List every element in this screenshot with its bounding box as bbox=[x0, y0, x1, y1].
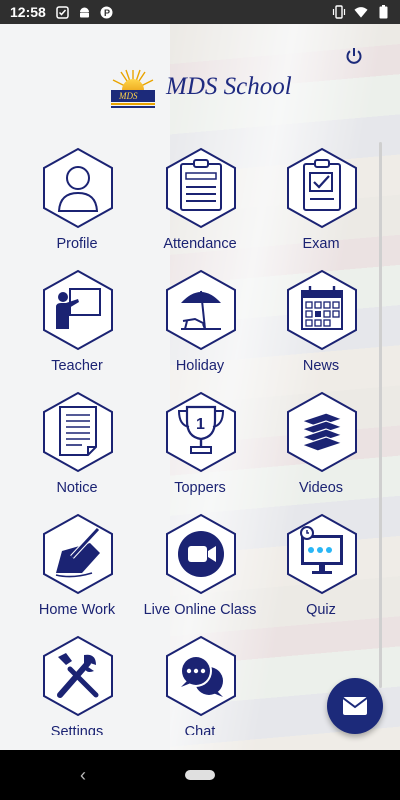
chat-icon bbox=[166, 635, 236, 717]
menu-item-quiz[interactable]: Quiz bbox=[260, 511, 382, 629]
svg-text:P: P bbox=[104, 8, 110, 18]
mail-icon bbox=[342, 697, 368, 715]
menu-item-teacher[interactable]: Teacher bbox=[16, 267, 138, 385]
menu-label: Notice bbox=[56, 480, 98, 496]
menu-item-notice[interactable]: Notice bbox=[16, 389, 138, 507]
back-button[interactable]: ‹ bbox=[80, 765, 86, 786]
menu-label: Settings bbox=[50, 724, 104, 735]
settings-icon bbox=[43, 635, 113, 717]
attendance-icon bbox=[166, 147, 236, 229]
power-icon bbox=[346, 48, 362, 64]
exam-icon bbox=[287, 147, 357, 229]
homework-icon bbox=[43, 513, 113, 595]
menu-item-videos[interactable]: Videos bbox=[260, 389, 382, 507]
menu-label: News bbox=[302, 358, 340, 374]
school-logo: MDS bbox=[110, 68, 156, 112]
status-time: 12:58 bbox=[10, 4, 46, 20]
menu-label: Profile bbox=[56, 236, 98, 252]
menu-label: Exam bbox=[302, 236, 340, 252]
menu-item-exam[interactable]: Exam bbox=[260, 145, 382, 263]
menu-label: Home Work bbox=[38, 602, 116, 618]
home-button[interactable] bbox=[185, 770, 215, 780]
books-icon bbox=[287, 391, 357, 473]
teacher-icon bbox=[43, 269, 113, 351]
quiz-icon bbox=[287, 513, 357, 595]
menu-grid: Profile Attendance Exam Teacher Holiday … bbox=[0, 145, 400, 735]
battery-icon bbox=[376, 5, 390, 19]
news-icon bbox=[287, 269, 357, 351]
p-icon: P bbox=[100, 5, 114, 19]
svg-text:1: 1 bbox=[196, 416, 205, 433]
android-icon bbox=[78, 5, 92, 19]
square-check-icon bbox=[56, 5, 70, 19]
menu-label: Chat bbox=[184, 724, 216, 735]
menu-item-holiday[interactable]: Holiday bbox=[139, 267, 261, 385]
menu-label: Toppers bbox=[174, 480, 226, 496]
menu-item-profile[interactable]: Profile bbox=[16, 145, 138, 263]
app-title: MDS School bbox=[166, 73, 292, 100]
menu-item-settings[interactable]: Settings bbox=[16, 633, 138, 735]
trophy-icon: 1 bbox=[166, 391, 236, 473]
profile-icon bbox=[43, 147, 113, 229]
menu-item-news[interactable]: News bbox=[260, 267, 382, 385]
menu-item-home-work[interactable]: Home Work bbox=[16, 511, 138, 629]
vibrate-icon bbox=[332, 5, 346, 19]
mail-fab-button[interactable] bbox=[327, 678, 383, 734]
menu-item-live-online-class[interactable]: Live Online Class bbox=[139, 511, 261, 629]
menu-label: Holiday bbox=[175, 358, 225, 374]
status-bar: 12:58 P bbox=[0, 0, 400, 24]
holiday-icon bbox=[166, 269, 236, 351]
logo-text: MDS bbox=[118, 91, 138, 101]
menu-label: Teacher bbox=[51, 358, 103, 374]
video-camera-icon bbox=[166, 513, 236, 595]
menu-item-attendance[interactable]: Attendance bbox=[139, 145, 261, 263]
menu-item-toppers[interactable]: 1 Toppers bbox=[139, 389, 261, 507]
menu-label: Quiz bbox=[306, 602, 336, 618]
menu-label: Attendance bbox=[163, 236, 237, 252]
menu-label: Live Online Class bbox=[143, 602, 257, 618]
menu-item-chat[interactable]: Chat bbox=[139, 633, 261, 735]
logout-button[interactable] bbox=[342, 44, 366, 68]
app-header: MDS MDS School bbox=[0, 24, 400, 134]
wifi-icon bbox=[354, 5, 368, 19]
menu-label: Videos bbox=[298, 480, 344, 496]
notice-icon bbox=[43, 391, 113, 473]
